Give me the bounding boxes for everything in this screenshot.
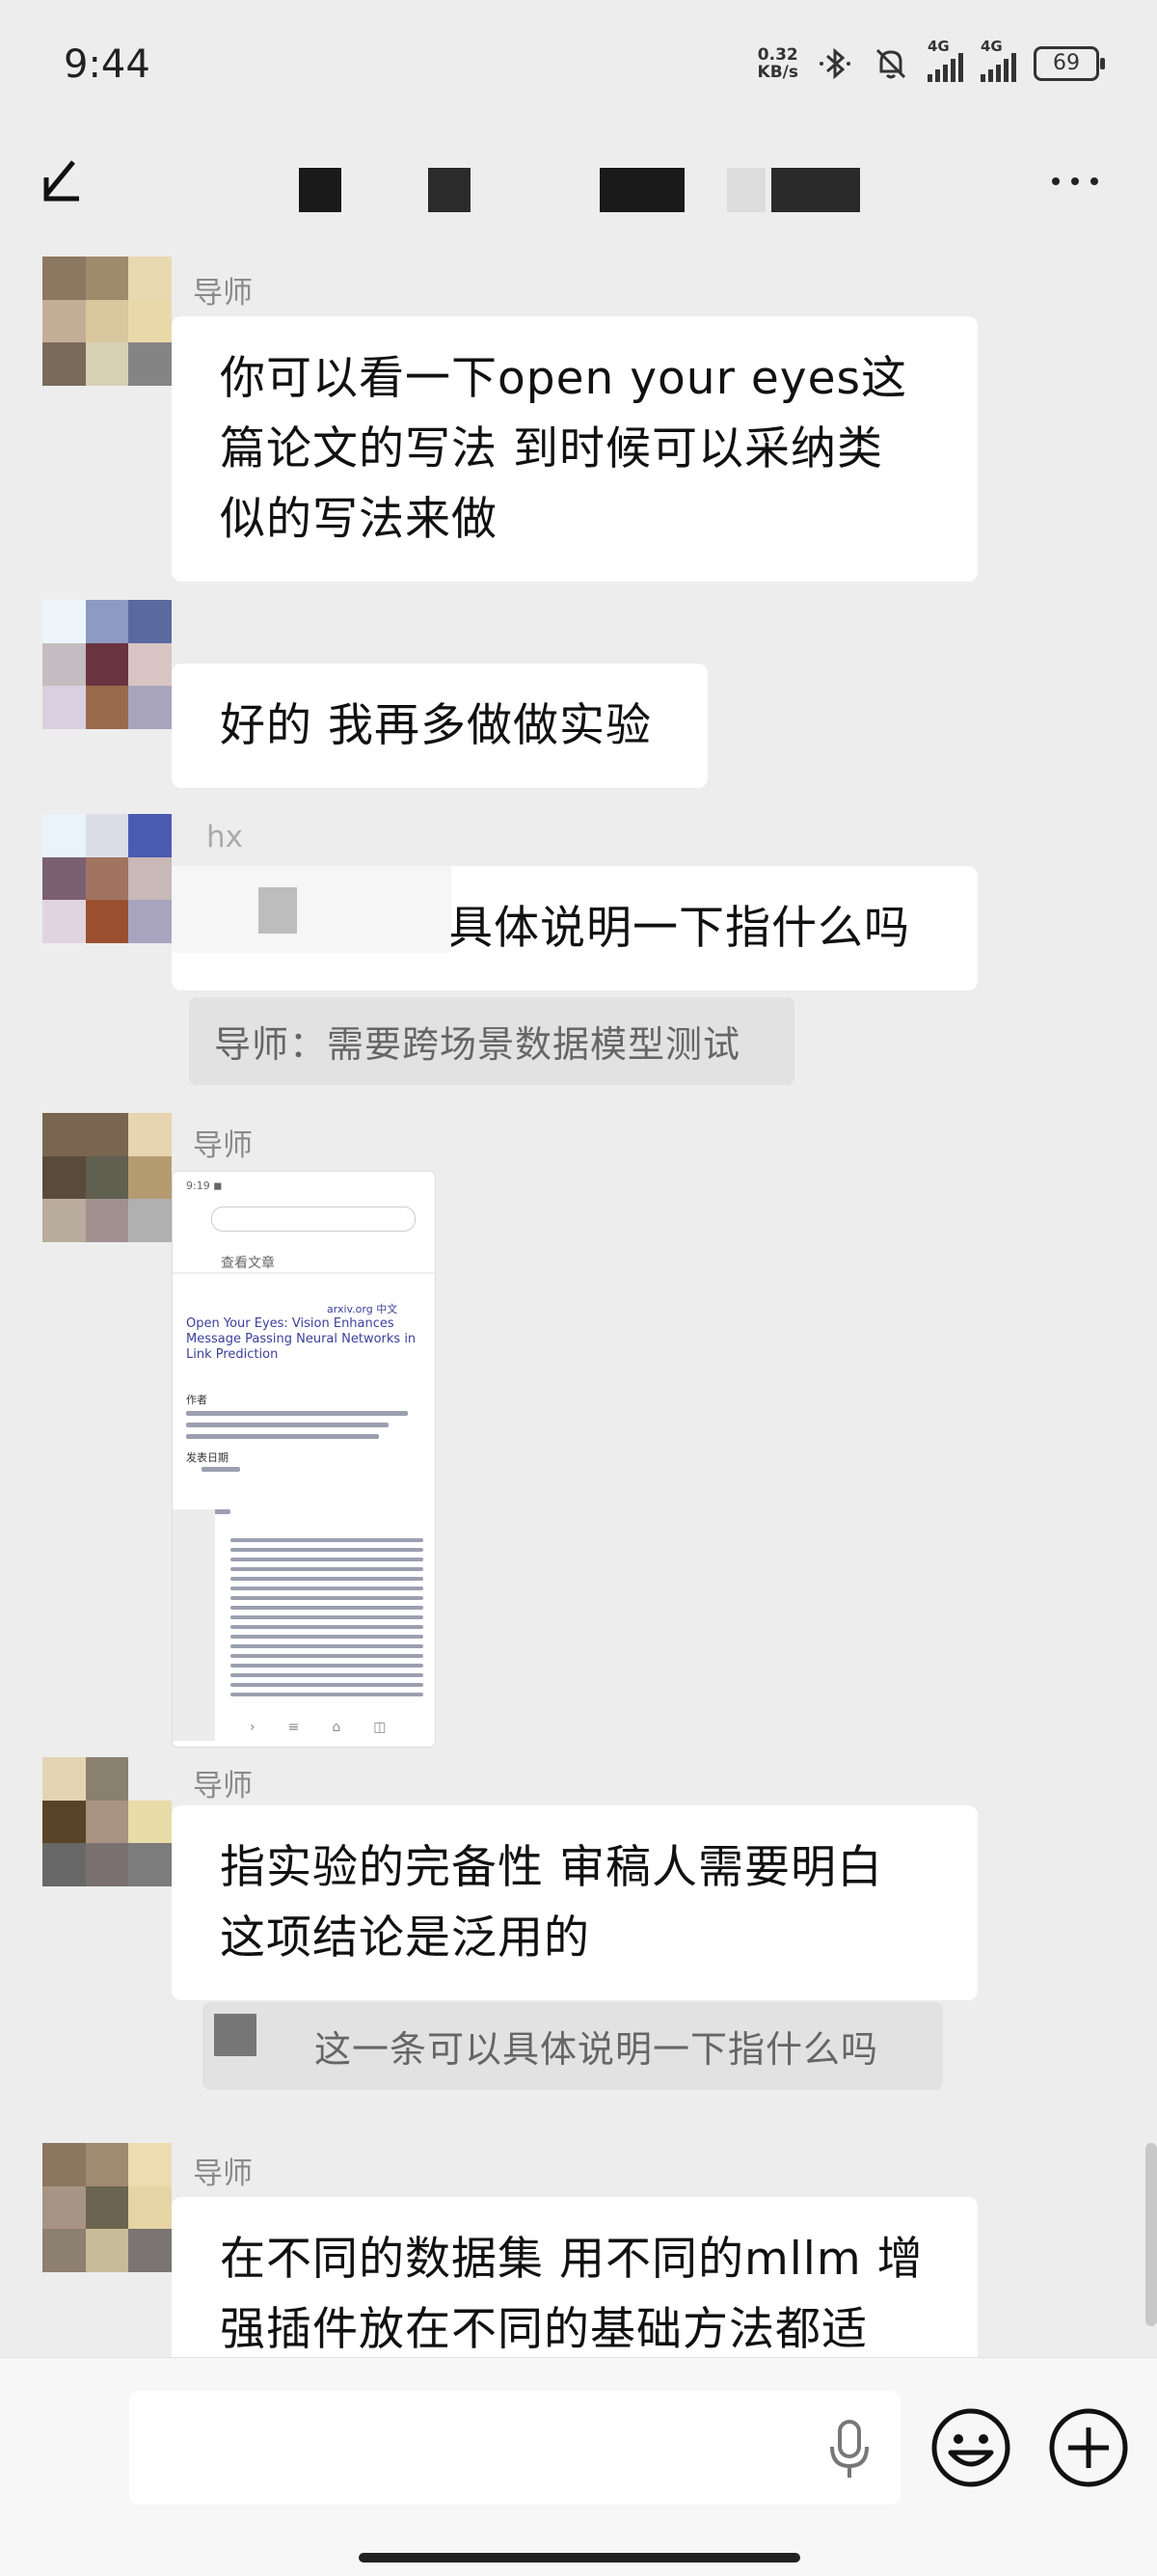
battery-icon: 69 [1034,46,1105,81]
avatar[interactable] [42,257,172,386]
network-speed-value: 0.32 [757,45,798,65]
signal-icon-1: 4G [928,38,963,82]
status-time: 9:44 [64,42,150,87]
avatar[interactable] [42,600,172,729]
screenshot-view-article: 查看文章 [221,1256,275,1271]
bluetooth-icon [820,47,850,80]
mic-icon[interactable] [825,2416,874,2483]
signal-type-2: 4G [981,38,1003,55]
redacted-mark [172,866,451,953]
message-line: 似的写法来做 [220,493,498,546]
message-line: 好的 我再多做做实验 [220,699,652,752]
signal-type-1: 4G [928,38,950,55]
message-line: 你可以看一下open your eyes这 [220,352,907,405]
network-speed-unit: KB/s [757,63,798,82]
network-speed: 0.32 KB/s [758,46,798,81]
sender-name: 导师 [193,1128,253,1163]
redacted-mark [258,887,297,934]
sender-name: 导师 [193,276,253,311]
emoji-icon[interactable] [929,2406,1012,2489]
message-bubble[interactable]: 指实验的完备性 审稿人需要明白 这项结论是泛用的 [172,1805,978,2000]
back-arrow-icon[interactable] [39,156,93,210]
input-bar [0,2357,1157,2576]
message-bubble[interactable]: 你可以看一下open your eyes这 篇论文的写法 到时候可以采纳类 似的… [172,316,978,582]
home-indicator[interactable] [359,2553,800,2562]
status-bar: 9:44 0.32 KB/s 4G 4G 69 [0,0,1157,135]
avatar[interactable] [42,2143,172,2272]
message-line: 这项结论是泛用的 [220,1912,590,1965]
sender-name: hx [206,820,243,854]
redacted-mark [214,2014,256,2056]
message-line: 强插件放在不同的基础方法都适 [220,2303,868,2356]
screenshot-date-label: 发表日期 [186,1451,229,1464]
quoted-message[interactable]: 导师：需要跨场景数据模型测试 [189,997,794,1085]
message-line: 篇论文的写法 到时候可以采纳类 [220,422,883,475]
plus-icon[interactable] [1047,2406,1130,2489]
more-icon[interactable] [1041,162,1109,201]
battery-level: 69 [1053,51,1080,75]
quoted-message[interactable]: 这一条可以具体说明一下指什么吗 [202,2002,943,2090]
avatar[interactable] [42,1113,172,1242]
chat-title-bar [0,135,1157,231]
signal-icon-2: 4G [981,38,1016,82]
image-message[interactable]: 9:19 ◼ 查看文章 arxiv.org 中文 Open Your Eyes:… [172,1171,436,1748]
sender-name: 导师 [193,2156,253,2191]
avatar[interactable] [42,814,172,943]
message-line: 在不同的数据集 用不同的mllm 增 [220,2233,924,2286]
status-icons: 0.32 KB/s 4G 4G 69 [758,38,1105,83]
screenshot-nav-icons: ›≡⌂◫ [250,1720,419,1735]
screenshot-authors-label: 作者 [186,1394,207,1406]
chat-scrollbar[interactable] [1145,2143,1157,2326]
screenshot-paper-title: Open Your Eyes: Vision Enhances Message … [186,1316,417,1362]
mute-bell-icon [875,48,906,79]
screenshot-site: arxiv.org 中文 [327,1303,398,1315]
avatar[interactable] [42,1757,172,1886]
message-line: 指实验的完备性 审稿人需要明白 [220,1841,883,1894]
message-bubble[interactable]: 好的 我再多做做实验 [172,664,708,788]
message-input[interactable] [129,2391,901,2505]
chat-title-redacted [299,168,877,212]
screenshot-status: 9:19 ◼ [186,1180,223,1192]
sender-name: 导师 [193,1769,253,1803]
screenshot-url-bar [211,1207,416,1232]
